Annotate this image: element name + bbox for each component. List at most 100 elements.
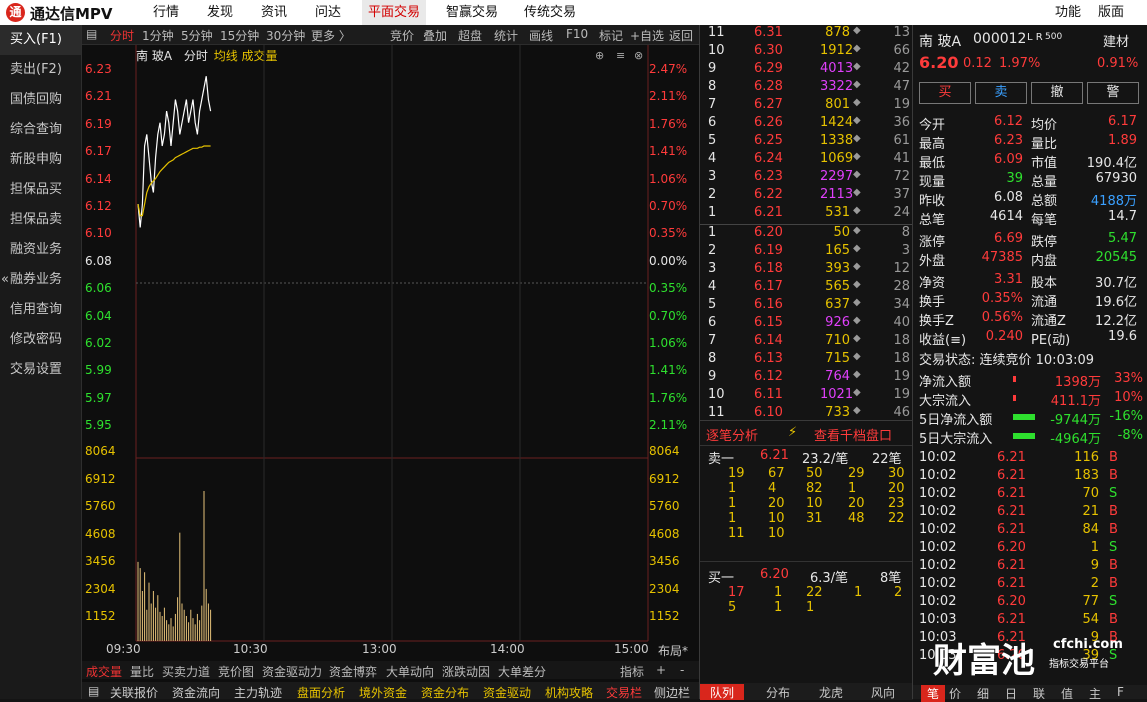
ind-zijin-qudong[interactable]: 资金驱动力 — [262, 663, 322, 680]
menu-icon[interactable]: ▤ — [86, 27, 97, 41]
bottom-panmian[interactable]: 盘面分析 — [297, 684, 345, 701]
tool-f10[interactable]: F10 — [566, 27, 588, 41]
sidebar-settings[interactable]: 交易设置 — [0, 355, 81, 385]
nav-wenda[interactable]: 问达 — [308, 0, 348, 25]
tool-tongji[interactable]: 统计 — [494, 27, 518, 44]
tool-chaopan[interactable]: 超盘 — [458, 27, 482, 44]
nav-pingmian-jiaoyi[interactable]: 平面交易 — [362, 0, 426, 25]
bottom-jiaoyilan[interactable]: 交易栏 — [606, 684, 642, 701]
layout-menu[interactable]: 版面 — [1098, 0, 1124, 25]
bottom-zijinliuxiang[interactable]: 资金流向 — [172, 684, 220, 701]
nav-zhiying-jiaoyi[interactable]: 智赢交易 — [440, 0, 504, 25]
quote-tab-3[interactable]: 日 — [1005, 685, 1017, 702]
sidebar-query[interactable]: 综合查询 — [0, 115, 81, 145]
ind-maimai[interactable]: 买卖力道 — [162, 663, 210, 680]
quote-tab-6[interactable]: 主 — [1089, 685, 1101, 702]
tick-analysis-title[interactable]: 逐笔分析 — [706, 425, 758, 444]
quote-tab-2[interactable]: 细 — [977, 685, 989, 702]
thousand-book-link[interactable]: 查看千档盘口 — [814, 425, 892, 444]
ask-row-7[interactable]: 7 6.27 801 ◆ 19 — [700, 97, 913, 115]
ask-row-5[interactable]: 5 6.25 1338 ◆ 61 — [700, 133, 913, 151]
bid-row-8[interactable]: 8 6.13 715 ◆ 18 — [700, 351, 913, 369]
period-more[interactable]: 更多 〉 — [311, 27, 351, 44]
nav-hangqing[interactable]: 行情 — [146, 0, 186, 25]
ind-jingjiatu[interactable]: 竞价图 — [218, 663, 254, 680]
sidebar-ipo[interactable]: 新股申购 — [0, 145, 81, 175]
ind-dadan-chafen[interactable]: 大单差分 — [498, 663, 546, 680]
alert-button[interactable]: 警 — [1087, 82, 1139, 104]
quote-tab-5[interactable]: 值 — [1061, 685, 1073, 702]
ind-dadan[interactable]: 大单动向 — [386, 663, 434, 680]
bottom-zijinfenbu[interactable]: 资金分布 — [421, 684, 469, 701]
bottom-jingwai[interactable]: 境外资金 — [359, 684, 407, 701]
ind-zhibiao[interactable]: 指标 — [620, 663, 644, 680]
quote-tab-4[interactable]: 联 — [1033, 685, 1045, 702]
ind-remove[interactable]: - — [680, 663, 684, 677]
sidebar-collateral-buy[interactable]: 担保品买 — [0, 175, 81, 205]
bottom-jigou[interactable]: 机构攻略 — [545, 684, 593, 701]
period-30min[interactable]: 30分钟 — [266, 27, 305, 44]
ind-volume[interactable]: 成交量 — [86, 663, 122, 680]
bottom-menu-icon[interactable]: ▤ — [88, 684, 99, 698]
ind-zhangdie[interactable]: 涨跌动因 — [442, 663, 490, 680]
tool-biaoji[interactable]: 标记 — [599, 27, 623, 44]
tab-fengxiang[interactable]: 风向 — [871, 684, 895, 701]
bid-row-1[interactable]: 1 6.20 50 ◆ 8 — [700, 225, 913, 243]
bid-row-6[interactable]: 6 6.15 926 ◆ 40 — [700, 315, 913, 333]
collapse-icon[interactable]: « — [1, 265, 9, 295]
ask-row-8[interactable]: 8 6.28 3322 ◆ 47 — [700, 79, 913, 97]
sidebar-buy[interactable]: 买入(F1) — [0, 25, 81, 55]
sector-tag[interactable]: 建材 — [1103, 31, 1129, 50]
ask-row-1[interactable]: 1 6.21 531 ◆ 24 — [700, 205, 913, 223]
sidebar-margin[interactable]: 融资业务 — [0, 235, 81, 265]
period-fenshi[interactable]: 分时 — [110, 27, 134, 44]
ind-liangbi[interactable]: 量比 — [130, 663, 154, 680]
ind-zijin-boyi[interactable]: 资金博弈 — [329, 663, 377, 680]
cancel-button[interactable]: 撤 — [1031, 82, 1083, 104]
sidebar-collateral-sell[interactable]: 担保品卖 — [0, 205, 81, 235]
bid-row-3[interactable]: 3 6.18 393 ◆ 12 — [700, 261, 913, 279]
tool-add-favorite[interactable]: +自选 — [630, 27, 664, 44]
tab-duilie[interactable]: 队列 — [700, 684, 744, 700]
buy-button[interactable]: 买 — [919, 82, 971, 104]
ask-row-11[interactable]: 11 6.31 878 ◆ 13 — [700, 25, 913, 43]
bottom-zijinqudong[interactable]: 资金驱动 — [483, 684, 531, 701]
sidebar-password[interactable]: 修改密码 — [0, 325, 81, 355]
ask-row-2[interactable]: 2 6.22 2113 ◆ 37 — [700, 187, 913, 205]
ask-row-10[interactable]: 10 6.30 1912 ◆ 66 — [700, 43, 913, 61]
ask-row-3[interactable]: 3 6.23 2297 ◆ 72 — [700, 169, 913, 187]
bid-row-5[interactable]: 5 6.16 637 ◆ 34 — [700, 297, 913, 315]
period-15min[interactable]: 15分钟 — [220, 27, 259, 44]
period-1min[interactable]: 1分钟 — [142, 27, 174, 44]
sidebar-sell[interactable]: 卖出(F2) — [0, 55, 81, 85]
sell-button[interactable]: 卖 — [975, 82, 1027, 104]
period-5min[interactable]: 5分钟 — [181, 27, 213, 44]
bid-row-4[interactable]: 4 6.17 565 ◆ 28 — [700, 279, 913, 297]
layout-button[interactable]: 布局* — [658, 642, 688, 659]
nav-zixun[interactable]: 资讯 — [254, 0, 294, 25]
quote-tab-7[interactable]: F — [1117, 685, 1124, 699]
tool-huaxian[interactable]: 画线 — [529, 27, 553, 44]
bottom-cebianlan[interactable]: 侧边栏 — [654, 684, 690, 701]
quote-tab-1[interactable]: 价 — [949, 685, 961, 702]
function-menu[interactable]: 功能 — [1055, 0, 1081, 25]
nav-chuantong-jiaoyi[interactable]: 传统交易 — [518, 0, 582, 25]
bid-row-9[interactable]: 9 6.12 764 ◆ 19 — [700, 369, 913, 387]
quote-tab-0[interactable]: 笔 — [921, 685, 946, 702]
bid-row-2[interactable]: 2 6.19 165 ◆ 3 — [700, 243, 913, 261]
tab-longhu[interactable]: 龙虎 — [819, 684, 843, 701]
ask-row-4[interactable]: 4 6.24 1069 ◆ 41 — [700, 151, 913, 169]
tool-back[interactable]: 返回 — [669, 27, 693, 44]
sidebar-repo[interactable]: 国债回购 — [0, 85, 81, 115]
bottom-zhuli[interactable]: 主力轨迹 — [234, 684, 282, 701]
bid-row-10[interactable]: 10 6.11 1021 ◆ 19 — [700, 387, 913, 405]
bid-row-7[interactable]: 7 6.14 710 ◆ 18 — [700, 333, 913, 351]
nav-faxian[interactable]: 发现 — [200, 0, 240, 25]
bottom-guanlian[interactable]: 关联报价 — [110, 684, 158, 701]
tab-fenbu[interactable]: 分布 — [766, 684, 790, 701]
sidebar-short[interactable]: «融券业务 — [0, 265, 81, 295]
ask-row-6[interactable]: 6 6.26 1424 ◆ 36 — [700, 115, 913, 133]
tool-diejia[interactable]: 叠加 — [423, 27, 447, 44]
tool-jingjia[interactable]: 竞价 — [390, 27, 414, 44]
ind-add[interactable]: + — [656, 663, 666, 677]
